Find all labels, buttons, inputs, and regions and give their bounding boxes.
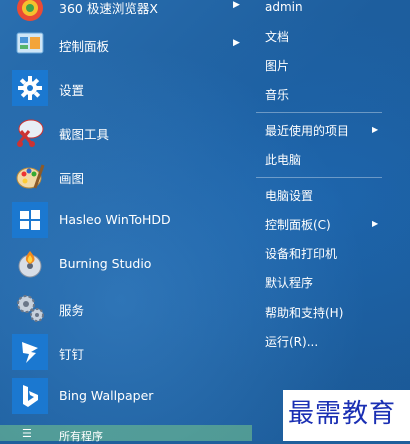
- paint-icon: [12, 158, 48, 194]
- windows-logo-icon: [12, 202, 48, 238]
- control-panel-link[interactable]: 控制面板(C): [265, 216, 331, 233]
- devices-printers-link[interactable]: 设备和打印机: [265, 245, 337, 262]
- chevron-right-icon: ▶: [233, 38, 240, 48]
- pictures-link[interactable]: 图片: [265, 57, 289, 74]
- program-label: 控制面板: [59, 39, 110, 54]
- program-label: Bing Wallpaper: [59, 388, 154, 403]
- program-item-control-panel[interactable]: 控制面板 ▶: [0, 22, 252, 66]
- watermark: 最需教育: [286, 393, 399, 430]
- settings-gear-icon: [12, 70, 48, 106]
- dingtalk-icon: [12, 334, 48, 370]
- program-item-bing-wallpaper[interactable]: Bing Wallpaper: [0, 374, 252, 418]
- default-programs-link[interactable]: 默认程序: [265, 274, 313, 291]
- all-programs-button[interactable]: ☰ 所有程序: [0, 425, 252, 443]
- program-label: 360 极速浏览器X: [59, 1, 158, 16]
- program-item-dingtalk[interactable]: 钉钉: [0, 330, 252, 374]
- all-programs-label: 所有程序: [59, 430, 103, 443]
- program-label: 截图工具: [59, 127, 110, 142]
- chevron-right-icon: ▶: [233, 0, 240, 10]
- program-item-snipping-tool[interactable]: 截图工具: [0, 110, 252, 154]
- burning-studio-icon: [12, 246, 48, 282]
- help-support-link[interactable]: 帮助和支持(H): [265, 304, 343, 321]
- bing-icon: [12, 378, 48, 414]
- program-item-burning-studio[interactable]: Burning Studio: [0, 242, 252, 286]
- recent-items-link[interactable]: 最近使用的项目: [265, 122, 349, 139]
- snipping-tool-icon: [12, 114, 48, 150]
- services-gears-icon: [12, 290, 48, 326]
- program-label: 画图: [59, 171, 85, 186]
- pc-settings-link[interactable]: 电脑设置: [265, 187, 313, 204]
- program-item-hasleo-wintohdd[interactable]: Hasleo WinToHDD: [0, 198, 252, 242]
- program-item-settings[interactable]: 设置: [0, 66, 252, 110]
- program-item-paint[interactable]: 画图: [0, 154, 252, 198]
- program-label: Hasleo WinToHDD: [59, 212, 171, 227]
- program-label: 钉钉: [59, 347, 85, 362]
- program-label: Burning Studio: [59, 256, 152, 271]
- chevron-right-icon: ▶: [372, 125, 379, 134]
- chevron-right-icon: ▶: [372, 219, 379, 228]
- program-label: 设置: [59, 83, 85, 98]
- user-name-link[interactable]: admin: [265, 0, 303, 14]
- run-link[interactable]: 运行(R)...: [265, 333, 318, 350]
- this-pc-link[interactable]: 此电脑: [265, 151, 301, 168]
- music-link[interactable]: 音乐: [265, 86, 289, 103]
- divider: [256, 112, 382, 113]
- start-menu-programs: 360 极速浏览器X ▶ 控制面板 ▶ 设置 截图工具 画图 Hasleo Wi…: [0, 0, 252, 443]
- control-panel-icon: [12, 26, 48, 62]
- program-label: 服务: [59, 303, 85, 318]
- divider: [256, 177, 382, 178]
- program-item-services[interactable]: 服务: [0, 286, 252, 330]
- documents-link[interactable]: 文档: [265, 28, 289, 45]
- list-icon: ☰: [22, 427, 32, 440]
